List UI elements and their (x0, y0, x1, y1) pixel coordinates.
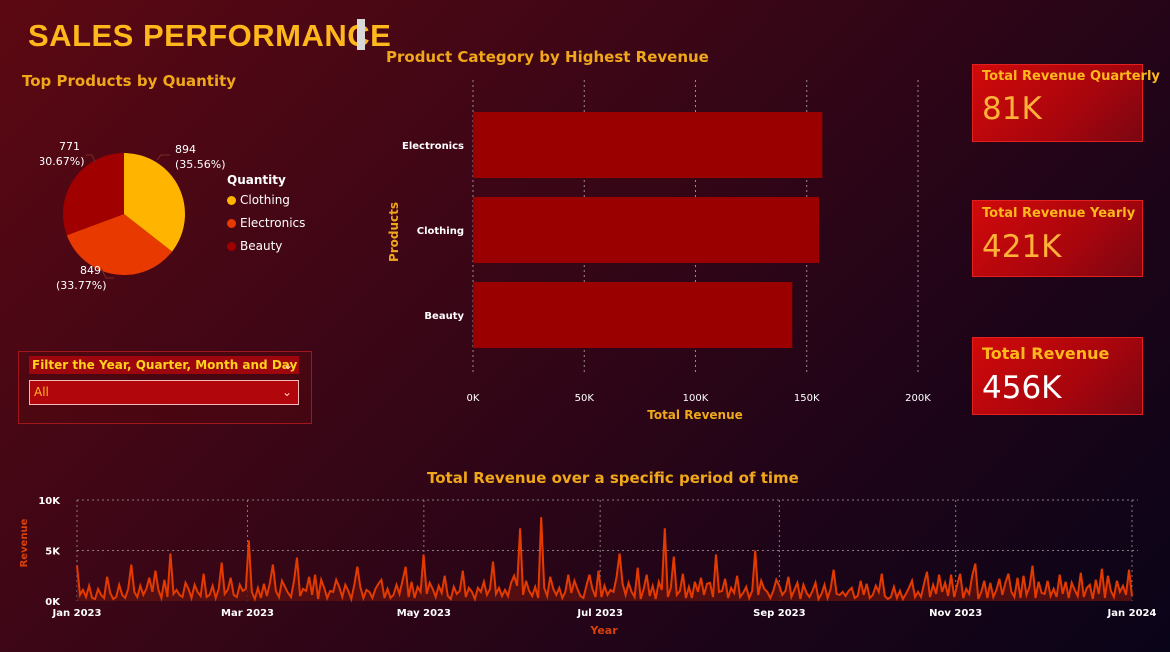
line-x-tick: Jan 2024 (1107, 608, 1157, 619)
pie-label-pct-beauty: (30.67%) (40, 155, 85, 168)
legend-label-beauty: Beauty (240, 239, 283, 253)
line-chart: 10K 5K 0K Jan 2023 Mar 2023 May 2023 Jul 2023… (19, 496, 1157, 637)
legend-label-electronics: Electronics (240, 216, 306, 230)
kpi-value-yearly: 421K (982, 229, 1062, 265)
line-y-tick: 5K (45, 547, 61, 558)
pie-label-value-beauty: 771 (59, 140, 80, 153)
pie-chart: 894 (35.56%) 849 (33.77%) 771 (30.67%) (40, 140, 226, 292)
filter-selected-value: All (34, 385, 49, 399)
bar-x-tick: 150K (794, 393, 820, 404)
kpi-label-quarterly: Total Revenue Quarterly (982, 69, 1160, 84)
line-x-tick: Nov 2023 (929, 608, 982, 619)
bar-y-axis-label: Products (387, 202, 401, 262)
filter-title: Filter the Year, Quarter, Month and Day (32, 358, 298, 372)
line-y-tick: 10K (38, 496, 61, 507)
kpi-card-total: Total Revenue 456K (972, 337, 1143, 415)
legend-item-electronics: Electronics (227, 216, 305, 230)
bar-x-tick: 50K (575, 393, 595, 404)
dropdown-chevron-icon[interactable]: ⌄ (282, 381, 292, 404)
legend-swatch-electronics (227, 219, 236, 228)
kpi-label-yearly: Total Revenue Yearly (982, 206, 1136, 221)
pie-chart-title: Top Products by Quantity (22, 72, 237, 90)
line-x-axis-label: Year (589, 624, 618, 637)
line-y-tick: 0K (45, 597, 61, 608)
title-accent-bar (357, 19, 365, 50)
pie-label-pct-electronics: (33.77%) (56, 279, 107, 292)
pie-label-value-electronics: 849 (80, 264, 101, 277)
legend-label-clothing: Clothing (240, 193, 290, 207)
pie-label-value-clothing: 894 (175, 143, 196, 156)
bar-y-tick-label: Electronics (402, 141, 464, 152)
bar-x-tick: 100K (683, 393, 709, 404)
bar-clothing[interactable] (473, 197, 819, 263)
bar-x-tick: 0K (467, 393, 480, 404)
page-title: SALES PERFORMANCE (28, 18, 392, 53)
bar-x-axis-label: Total Revenue (647, 408, 743, 422)
legend-swatch-clothing (227, 196, 236, 205)
line-x-tick: Mar 2023 (221, 608, 274, 619)
pie-label-pct-clothing: (35.56%) (175, 158, 226, 171)
legend-item-beauty: Beauty (227, 239, 305, 253)
line-chart-title: Total Revenue over a specific period of … (427, 469, 799, 487)
legend-item-clothing: Clothing (227, 193, 305, 207)
line-x-tick: Sep 2023 (753, 608, 805, 619)
pie-legend: Quantity Clothing Electronics Beauty (227, 173, 305, 253)
bar-y-tick-label: Clothing (417, 226, 464, 237)
line-x-tick: May 2023 (397, 608, 451, 619)
chevron-down-icon[interactable]: ⌄ (283, 356, 293, 374)
kpi-value-quarterly: 81K (982, 91, 1042, 127)
kpi-label-total: Total Revenue (982, 344, 1110, 363)
filter-header[interactable]: Filter the Year, Quarter, Month and Day … (29, 356, 299, 374)
bar-electronics[interactable] (473, 112, 823, 178)
legend-swatch-beauty (227, 242, 236, 251)
bar-beauty[interactable] (473, 282, 793, 348)
line-x-tick: Jan 2023 (52, 608, 102, 619)
kpi-card-yearly: Total Revenue Yearly 421K (972, 200, 1143, 277)
kpi-card-quarterly: Total Revenue Quarterly 81K (972, 64, 1160, 142)
bar-chart: Electronics Clothing Beauty 0K 50K 100K 150K 2… (387, 80, 931, 422)
pie-legend-title: Quantity (227, 173, 286, 187)
date-filter-slicer: Filter the Year, Quarter, Month and Day … (18, 351, 312, 424)
bar-x-tick: 200K (905, 393, 931, 404)
bar-y-tick-label: Beauty (424, 311, 464, 322)
filter-dropdown[interactable]: All ⌄ (29, 380, 299, 405)
line-x-tick: Jul 2023 (576, 608, 623, 619)
bar-chart-title: Product Category by Highest Revenue (386, 48, 709, 66)
kpi-value-total: 456K (982, 370, 1062, 406)
line-y-axis-label: Revenue (19, 518, 30, 567)
